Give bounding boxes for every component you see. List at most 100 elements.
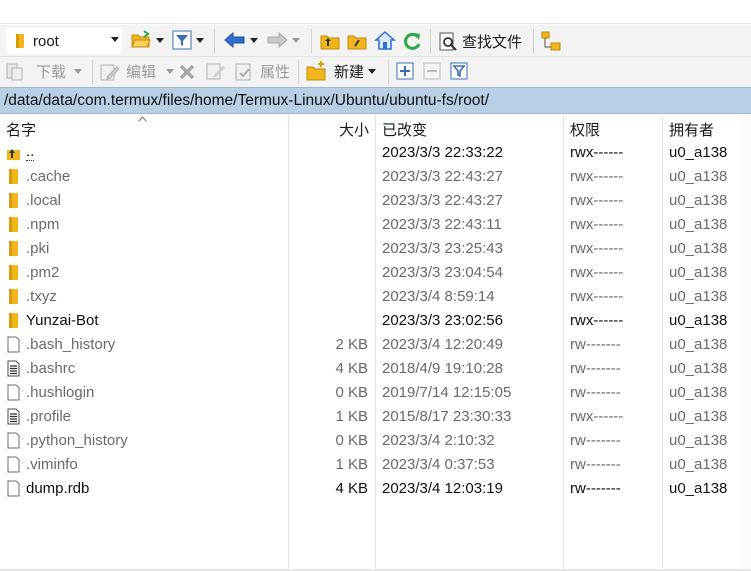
- find-file-icon: [439, 32, 457, 51]
- file-name: .profile: [26, 408, 72, 425]
- file-permissions: rw-------: [570, 384, 621, 401]
- home-icon: [374, 30, 396, 50]
- open-folder-button[interactable]: [130, 29, 164, 51]
- file-owner: u0_a138: [669, 240, 728, 257]
- file-modified: 2023/3/3 23:04:54: [382, 264, 503, 281]
- file-modified: 2023/3/4 2:10:32: [382, 432, 495, 449]
- edit-button[interactable]: 编辑: [100, 61, 175, 82]
- table-row[interactable]: .npm 2023/3/3 22:43:11 rwx------ u0_a138: [0, 213, 751, 237]
- properties-button[interactable]: 属性: [234, 61, 290, 82]
- location-text: root: [33, 32, 59, 50]
- file-name: .bash_history: [26, 336, 116, 353]
- path-bar[interactable]: /data/data/com.termux/files/home/Termux-…: [0, 87, 751, 114]
- filter-button[interactable]: [172, 30, 204, 50]
- table-row[interactable]: .bashrc 4 KB 2018/4/9 19:10:28 rw------- u0_…: [0, 357, 751, 381]
- file-modified: 2019/7/14 12:15:05: [382, 384, 512, 401]
- table-row[interactable]: .pki 2023/3/3 23:25:43 rwx------ u0_a138: [0, 237, 751, 261]
- plus-icon: [396, 62, 414, 80]
- file-permissions: rw-------: [570, 456, 621, 473]
- file-owner: u0_a138: [669, 480, 728, 497]
- chevron-down-icon[interactable]: [156, 37, 164, 43]
- file-permissions: rw-------: [570, 360, 621, 377]
- separator: [92, 60, 93, 84]
- rename-button[interactable]: [206, 61, 226, 81]
- table-row[interactable]: .profile 1 KB 2015/8/17 23:30:33 rwx------ u…: [0, 405, 751, 429]
- filter-toggle-button[interactable]: [450, 62, 468, 80]
- file-operations-toolbar: 下载 编辑 属性 新建: [0, 57, 751, 87]
- table-row[interactable]: .cache 2023/3/3 22:43:27 rwx------ u0_a138: [0, 165, 751, 189]
- table-row[interactable]: .pm2 2023/3/3 23:04:54 rwx------ u0_a138: [0, 261, 751, 285]
- folder-icon: [6, 312, 21, 329]
- file-name: .txyz: [26, 288, 57, 305]
- chevron-down-icon[interactable]: [250, 37, 258, 43]
- file-permissions: rwx------: [570, 168, 624, 185]
- table-row[interactable]: .viminfo 1 KB 2023/3/4 0:37:53 rw------- u0_…: [0, 453, 751, 477]
- folder-icon: [6, 264, 21, 281]
- file-modified: 2023/3/4 12:20:49: [382, 336, 503, 353]
- table-row[interactable]: Yunzai-Bot 2023/3/3 23:02:56 rwx------ u0_a…: [0, 309, 751, 333]
- separator: [430, 29, 431, 53]
- sort-ascending-icon: [138, 116, 147, 122]
- column-name[interactable]: 名字: [6, 119, 36, 140]
- file-permissions: rw-------: [570, 432, 621, 449]
- column-size[interactable]: 大小: [339, 119, 369, 140]
- forward-arrow-icon: [267, 31, 288, 49]
- table-row[interactable]: .txyz 2023/3/4 8:59:14 rwx------ u0_a138: [0, 285, 751, 309]
- refresh-button[interactable]: [401, 30, 423, 52]
- file-permissions: rw-------: [570, 480, 621, 497]
- minus-icon: [423, 62, 441, 80]
- file-permissions: rwx------: [570, 312, 624, 329]
- column-modified[interactable]: 已改变: [382, 119, 427, 140]
- file-permissions: rwx------: [570, 144, 624, 161]
- text-file-icon: [6, 408, 21, 425]
- folder-icon: [16, 34, 24, 48]
- file-name: .local: [26, 192, 62, 209]
- expand-button[interactable]: [396, 62, 414, 80]
- file-modified: 2023/3/3 22:43:27: [382, 192, 503, 209]
- file-icon: [6, 384, 21, 401]
- refresh-icon: [404, 32, 421, 50]
- current-path: /data/data/com.termux/files/home/Termux-…: [4, 91, 490, 109]
- file-name: .pki: [26, 240, 50, 257]
- chevron-down-icon[interactable]: [166, 69, 175, 74]
- table-row[interactable]: .. 2023/3/3 22:33:22 rwx------ u0_a138: [0, 141, 751, 165]
- root-directory-button[interactable]: [347, 31, 367, 51]
- back-button[interactable]: [224, 31, 258, 49]
- find-files-button[interactable]: 查找文件: [438, 31, 522, 52]
- properties-label: 属性: [260, 64, 291, 81]
- chevron-down-icon[interactable]: [292, 37, 300, 43]
- new-folder-icon: [306, 61, 326, 81]
- table-row[interactable]: dump.rdb 4 KB 2023/3/4 12:03:19 rw------- u0…: [0, 477, 751, 501]
- column-owner[interactable]: 拥有者: [669, 119, 714, 140]
- download-button[interactable]: 下载: [4, 61, 83, 82]
- new-button[interactable]: 新建: [306, 60, 377, 82]
- table-row[interactable]: .bash_history 2 KB 2023/3/4 12:20:49 rw----…: [0, 333, 751, 357]
- file-permissions: rwx------: [570, 264, 624, 281]
- tree-view-button[interactable]: [540, 30, 562, 52]
- edit-label: 编辑: [126, 64, 157, 81]
- file-owner: u0_a138: [669, 312, 728, 329]
- folder-icon: [6, 288, 21, 305]
- chevron-down-icon[interactable]: [111, 37, 119, 42]
- chevron-down-icon[interactable]: [196, 37, 204, 43]
- file-owner: u0_a138: [669, 288, 728, 305]
- separator: [298, 60, 299, 84]
- delete-button[interactable]: [178, 63, 196, 81]
- column-permissions[interactable]: 权限: [570, 119, 600, 140]
- table-row[interactable]: .python_history 0 KB 2023/3/4 2:10:32 rw---…: [0, 429, 751, 453]
- file-owner: u0_a138: [669, 168, 728, 185]
- home-button[interactable]: [374, 30, 396, 51]
- file-modified: 2023/3/3 23:25:43: [382, 240, 503, 257]
- table-row[interactable]: .local 2023/3/3 22:43:27 rwx------ u0_a138: [0, 189, 751, 213]
- file-owner: u0_a138: [669, 432, 728, 449]
- file-owner: u0_a138: [669, 216, 728, 233]
- location-combo[interactable]: root: [6, 28, 122, 54]
- chevron-down-icon[interactable]: [74, 69, 83, 74]
- parent-folder-icon: [6, 144, 21, 161]
- forward-button[interactable]: [266, 31, 300, 49]
- chevron-down-icon[interactable]: [368, 68, 377, 74]
- collapse-button[interactable]: [423, 62, 441, 80]
- table-row[interactable]: .hushlogin 0 KB 2019/7/14 12:15:05 rw------…: [0, 381, 751, 405]
- parent-directory-button[interactable]: [320, 31, 340, 51]
- separator: [311, 29, 312, 53]
